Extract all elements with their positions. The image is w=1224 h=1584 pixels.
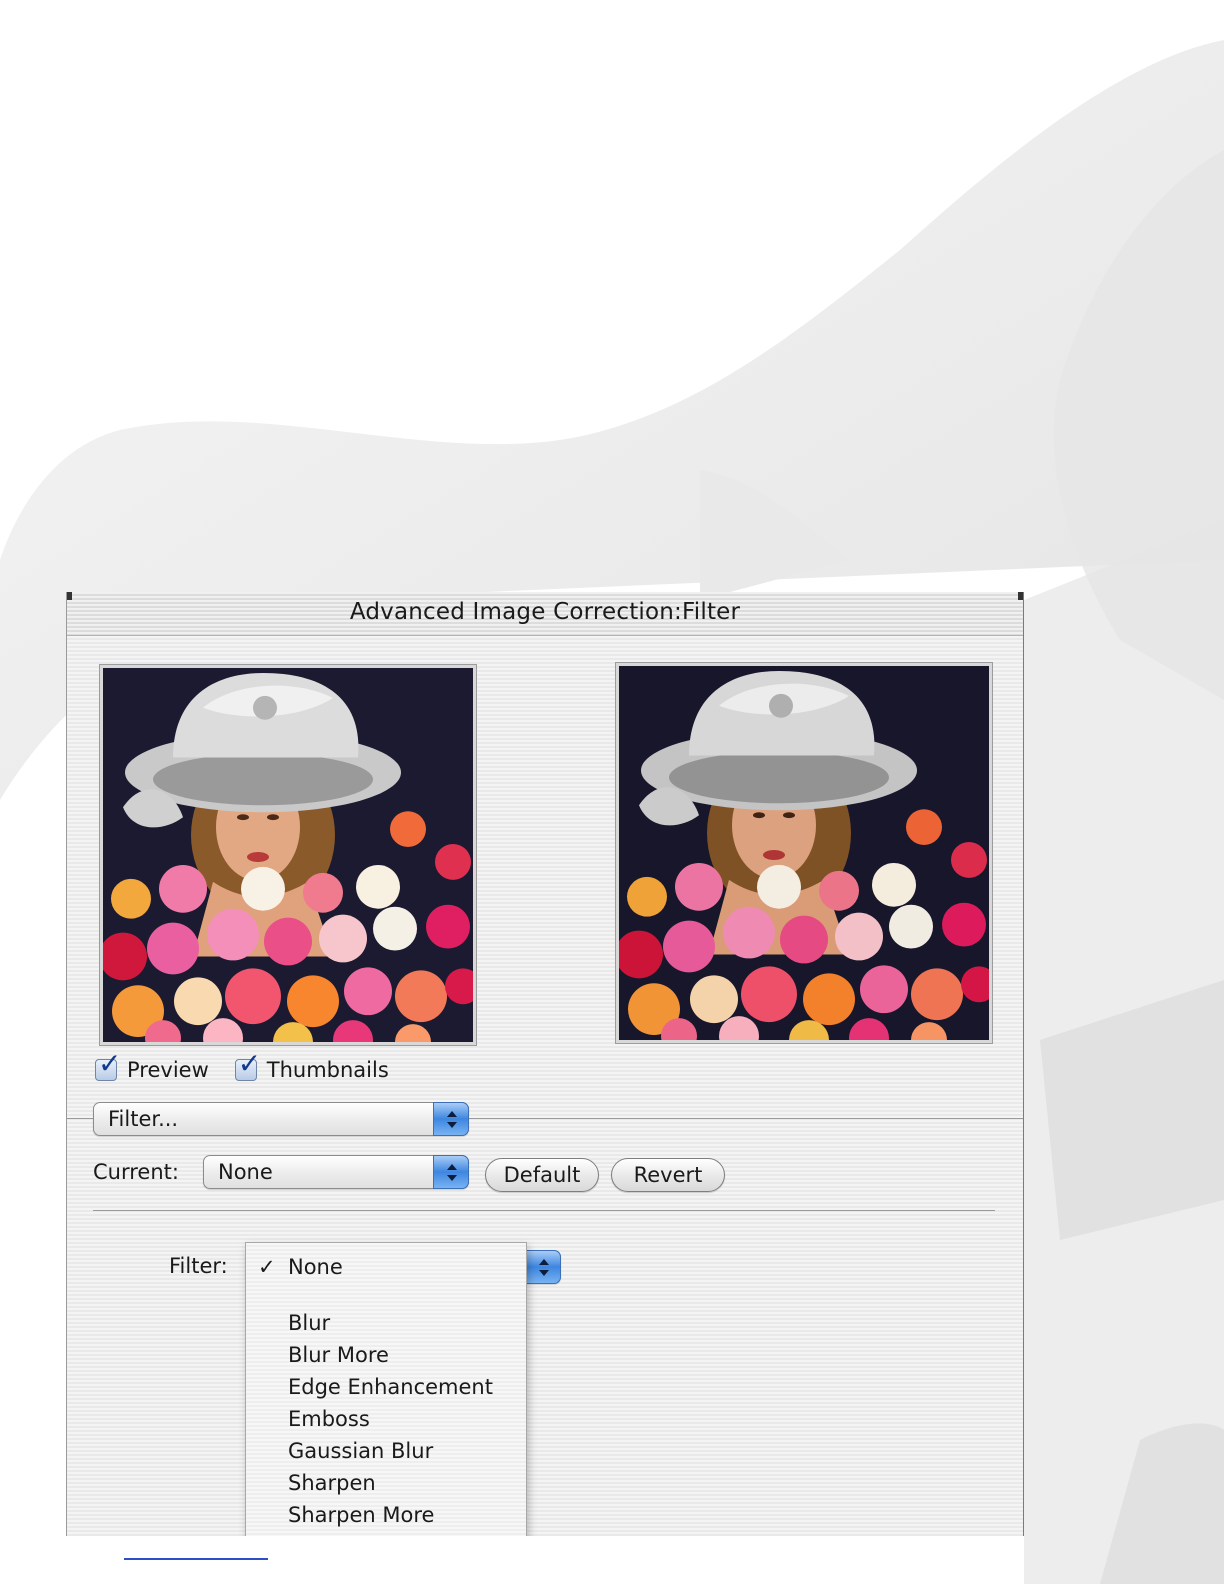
popup-arrows-icon bbox=[433, 1102, 469, 1136]
revert-button[interactable]: Revert bbox=[611, 1158, 725, 1192]
menu-item-gaussian-blur[interactable]: Gaussian Blur bbox=[288, 1439, 433, 1463]
section-divider bbox=[93, 1210, 995, 1211]
original-preview-pane bbox=[99, 664, 477, 1046]
thumbnails-checkbox-label: Thumbnails bbox=[266, 1058, 389, 1082]
corner-marker-left bbox=[67, 592, 72, 600]
menu-item-blur[interactable]: Blur bbox=[288, 1311, 330, 1335]
checkmark-icon: ✓ bbox=[237, 1047, 262, 1080]
window-title: Advanced Image Correction:Filter bbox=[349, 599, 741, 625]
current-settings-value: None bbox=[218, 1160, 273, 1184]
thumbnails-checkbox[interactable]: ✓ bbox=[234, 1050, 261, 1081]
title-bar[interactable]: Advanced Image Correction:Filter bbox=[67, 592, 1023, 636]
filtered-preview-image bbox=[619, 666, 989, 1040]
link-underline bbox=[124, 1558, 268, 1560]
view-options-row: ✓ Preview ✓ Thumbnails bbox=[95, 1050, 415, 1082]
checkmark-icon: ✓ bbox=[98, 1047, 122, 1080]
menu-item-sharpen[interactable]: Sharpen bbox=[288, 1471, 376, 1495]
section-divider-right bbox=[469, 1118, 1023, 1119]
correction-type-popup[interactable]: Filter... bbox=[93, 1102, 469, 1136]
correction-type-value: Filter... bbox=[108, 1107, 179, 1131]
preview-checkbox-label: Preview bbox=[127, 1058, 209, 1082]
section-divider-left bbox=[67, 1118, 93, 1119]
advanced-image-correction-dialog: Advanced Image Correction:Filter ✓ Previ… bbox=[66, 592, 1024, 1536]
menu-item-none[interactable]: None bbox=[288, 1255, 343, 1279]
checkmark-icon: ✓ bbox=[258, 1255, 276, 1279]
menu-item-edge-enhancement[interactable]: Edge Enhancement bbox=[288, 1375, 493, 1399]
filter-label: Filter: bbox=[169, 1254, 228, 1278]
filter-dropdown-menu: ✓ None Blur Blur More Edge Enhancement E… bbox=[245, 1242, 527, 1536]
menu-item-blur-more[interactable]: Blur More bbox=[288, 1343, 389, 1367]
original-preview-image bbox=[103, 668, 473, 1042]
popup-arrows-icon bbox=[433, 1155, 469, 1189]
corner-marker-right bbox=[1018, 592, 1023, 600]
current-label: Current: bbox=[93, 1160, 179, 1184]
filtered-preview-pane bbox=[615, 662, 993, 1044]
preview-checkbox[interactable]: ✓ bbox=[95, 1050, 121, 1081]
current-settings-popup[interactable]: None bbox=[203, 1155, 469, 1189]
menu-item-sharpen-more[interactable]: Sharpen More bbox=[288, 1503, 434, 1527]
default-button[interactable]: Default bbox=[485, 1158, 599, 1192]
menu-item-emboss[interactable]: Emboss bbox=[288, 1407, 370, 1431]
popup-arrows-icon bbox=[525, 1250, 561, 1284]
